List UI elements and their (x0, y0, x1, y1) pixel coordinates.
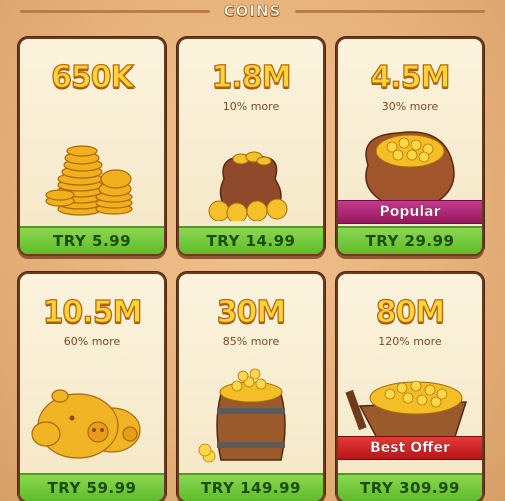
buy-button-650k[interactable]: TRY 5.99 (20, 226, 164, 254)
offer-card-1-8m[interactable]: 1.8M 10% more TRY 14.99 (177, 37, 325, 256)
offer-amount: 1.8M (211, 60, 292, 95)
piggy-banks-icon (31, 389, 141, 459)
bonus-percent: 10% more (222, 100, 280, 113)
offer-amount: 80M (375, 295, 446, 330)
offer-amount: 4.5M (370, 60, 451, 95)
header-divider-left (20, 10, 210, 13)
section-header: COINS (0, 0, 505, 22)
section-title: COINS (215, 2, 290, 20)
bonus-percent: 30% more (381, 100, 439, 113)
offer-amount: 30M (216, 295, 287, 330)
buy-button-30m[interactable]: TRY 149.99 (179, 473, 323, 501)
offer-amount: 10.5M (42, 295, 143, 330)
best-offer-badge: Best Offer (338, 436, 482, 460)
bonus-percent: 120% more (378, 335, 442, 348)
coin-stack-icon (45, 145, 133, 216)
offer-card-10-5m[interactable]: 10.5M 60% more TRY 59.99 (18, 272, 166, 501)
coin-barrel-icon (198, 368, 286, 463)
header-divider-right (295, 10, 485, 13)
buy-button-4-5m[interactable]: TRY 29.99 (338, 226, 482, 254)
offer-card-4-5m[interactable]: 4.5M 30% more Popular TRY 29.99 (336, 37, 484, 256)
offer-card-80m[interactable]: 80M 120% more Best Offer TRY 309.99 (336, 272, 484, 501)
offer-card-30m[interactable]: 30M 85% more TRY 149.99 (177, 272, 325, 501)
buy-button-10-5m[interactable]: TRY 59.99 (20, 473, 164, 501)
coin-cart-icon (345, 380, 468, 441)
buy-button-80m[interactable]: TRY 309.99 (338, 473, 482, 501)
offer-amount: 650K (50, 60, 134, 95)
popular-badge: Popular (338, 200, 482, 224)
coin-pouch-icon (208, 151, 288, 221)
offer-card-650k[interactable]: 650K TRY 5.99 (18, 37, 166, 256)
coin-sack-icon (365, 131, 455, 202)
bonus-percent: 60% more (63, 335, 121, 348)
bonus-percent: 85% more (222, 335, 280, 348)
buy-button-1-8m[interactable]: TRY 14.99 (179, 226, 323, 254)
